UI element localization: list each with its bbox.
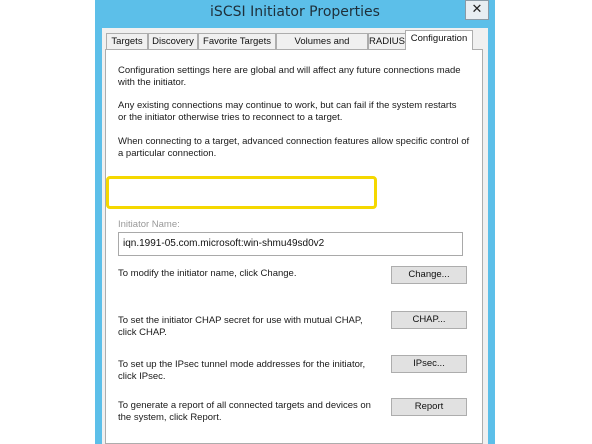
intro-text-3: When connecting to a target, advanced co… [118,136,470,159]
iscsi-properties-window: iSCSI Initiator Properties ✕ Targets Dis… [95,0,495,444]
tab-discovery[interactable]: Discovery [148,33,198,49]
chap-description: To set the initiator CHAP secret for use… [118,315,363,338]
chap-button[interactable]: CHAP... [391,311,467,329]
configuration-panel: Configuration settings here are global a… [105,49,483,444]
initiator-name-field[interactable]: iqn.1991-05.com.microsoft:win-shmu49sd0v… [118,232,463,256]
window-title: iSCSI Initiator Properties [210,4,380,20]
report-button[interactable]: Report [391,398,467,416]
change-description: To modify the initiator name, click Chan… [118,268,297,279]
change-button[interactable]: Change... [391,266,467,284]
title-bar[interactable]: iSCSI Initiator Properties ✕ [95,0,495,28]
tab-volumes-and-devices[interactable]: Volumes and Devices [276,33,368,63]
tab-radius[interactable]: RADIUS [368,33,406,49]
tab-favorite-targets[interactable]: Favorite Targets [198,33,276,49]
tab-configuration[interactable]: Configuration [405,30,473,50]
report-description: To generate a report of all connected ta… [118,400,371,423]
close-icon[interactable]: ✕ [465,0,489,20]
ipsec-description: To set up the IPsec tunnel mode addresse… [118,359,366,382]
intro-text-2: Any existing connections may continue to… [118,100,457,123]
intro-text-1: Configuration settings here are global a… [118,65,461,88]
ipsec-button[interactable]: IPsec... [391,355,467,373]
initiator-name-label: Initiator Name: [118,219,180,230]
highlight-box [106,176,377,209]
dialog-client-area: Targets Discovery Favorite Targets Volum… [102,28,488,444]
tab-targets[interactable]: Targets [106,33,148,49]
